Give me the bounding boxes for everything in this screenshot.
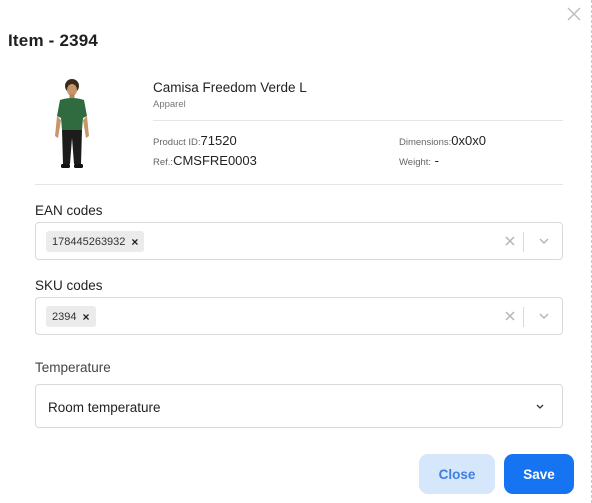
product-ref: Ref.:CMSFRE0003 (153, 153, 257, 168)
sku-chip-label: 2394 (52, 310, 77, 323)
product-id-label: Product ID: (153, 137, 201, 148)
clear-icon[interactable] (504, 235, 516, 247)
close-icon[interactable] (566, 6, 582, 22)
chip-remove-icon[interactable]: × (82, 310, 89, 324)
temperature-select[interactable]: Room temperature (35, 384, 563, 428)
ean-chip-label: 178445263932 (52, 235, 126, 248)
modal-title: Item - 2394 (8, 31, 99, 50)
product-category: Apparel (153, 99, 186, 110)
ean-chip: 178445263932 × (46, 231, 145, 252)
ean-label: EAN codes (35, 203, 103, 218)
product-weight: Weight: - (399, 153, 439, 168)
product-id-value: 71520 (200, 133, 237, 148)
sku-chip: 2394 × (46, 306, 96, 327)
chevron-down-icon[interactable] (538, 237, 550, 245)
product-name: Camisa Freedom Verde L (153, 80, 307, 95)
chevron-down-icon[interactable] (538, 312, 550, 320)
indicator-separator (523, 307, 524, 327)
weight-label: Weight: (399, 157, 432, 168)
dimensions-label: Dimensions: (399, 137, 452, 148)
sku-label: SKU codes (35, 278, 103, 293)
close-button[interactable]: Close (419, 454, 495, 494)
divider (35, 184, 563, 185)
temperature-label: Temperature (35, 360, 111, 375)
product-dimensions: Dimensions:0x0x0 (399, 133, 486, 148)
sku-multiselect[interactable]: 2394 × (35, 297, 563, 335)
indicator-separator (523, 232, 524, 252)
chevron-down-icon (536, 404, 544, 409)
chip-remove-icon[interactable]: × (131, 235, 138, 249)
ref-value: CMSFRE0003 (173, 153, 257, 168)
product-image (55, 79, 89, 168)
dimensions-value: 0x0x0 (451, 133, 486, 148)
ref-label: Ref.: (153, 157, 174, 168)
product-id: Product ID:71520 (153, 133, 237, 148)
weight-value: - (434, 153, 440, 168)
ean-multiselect[interactable]: 178445263932 × (35, 222, 563, 260)
clear-icon[interactable] (504, 310, 516, 322)
save-button[interactable]: Save (504, 454, 574, 494)
divider (153, 120, 563, 121)
temperature-value: Room temperature (48, 400, 161, 415)
